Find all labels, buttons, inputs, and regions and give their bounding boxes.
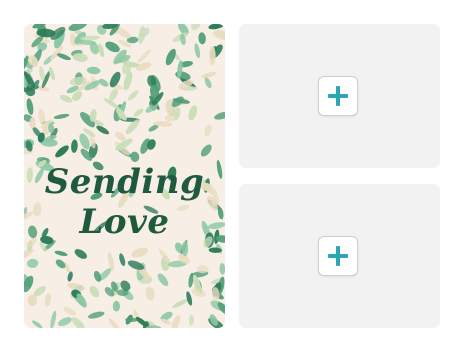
leaf bbox=[128, 90, 139, 101]
leaf bbox=[67, 271, 73, 282]
leaf bbox=[214, 111, 225, 120]
leaf bbox=[71, 317, 85, 328]
leaf bbox=[89, 285, 100, 298]
leaf bbox=[188, 314, 194, 326]
leaf bbox=[181, 241, 189, 257]
image-slot-2[interactable] bbox=[239, 184, 440, 328]
leaf bbox=[119, 253, 126, 267]
leaf bbox=[55, 145, 69, 158]
image-slot-1[interactable] bbox=[239, 24, 440, 168]
leaf bbox=[133, 108, 144, 117]
leaf bbox=[74, 249, 87, 259]
leaf bbox=[131, 247, 148, 258]
leaf bbox=[71, 139, 78, 153]
card-title-line-1: Sending bbox=[44, 162, 205, 202]
leaf bbox=[50, 310, 57, 328]
leaf bbox=[108, 318, 121, 328]
leaf bbox=[200, 144, 212, 157]
leaf bbox=[26, 98, 34, 115]
leaf bbox=[219, 263, 225, 275]
leaf bbox=[137, 49, 151, 63]
leaf bbox=[123, 71, 133, 91]
leaf bbox=[27, 258, 39, 268]
leaf bbox=[63, 307, 77, 316]
leaf bbox=[194, 43, 201, 59]
leaf bbox=[201, 71, 217, 79]
leaf bbox=[54, 250, 68, 257]
leaf bbox=[198, 32, 206, 45]
leaf bbox=[186, 291, 193, 306]
leaf bbox=[204, 124, 212, 137]
leaf bbox=[157, 273, 169, 287]
add-image-button[interactable] bbox=[318, 76, 358, 116]
leaf bbox=[209, 46, 216, 66]
leaf bbox=[145, 286, 155, 301]
greeting-card-preview[interactable]: Sending Love bbox=[24, 24, 225, 328]
leaf bbox=[188, 105, 198, 121]
plus-icon bbox=[328, 86, 348, 106]
leaf bbox=[108, 251, 114, 271]
leaf bbox=[60, 94, 73, 103]
leaf bbox=[58, 317, 72, 327]
plus-icon bbox=[328, 246, 348, 266]
leaf bbox=[172, 298, 189, 309]
card-title-line-2: Love bbox=[79, 202, 170, 242]
leaf bbox=[53, 113, 70, 119]
leaf bbox=[208, 24, 224, 30]
leaf bbox=[56, 53, 71, 61]
leaf bbox=[112, 300, 120, 312]
leaf bbox=[136, 62, 152, 71]
leaf bbox=[204, 77, 212, 89]
leaf bbox=[31, 320, 43, 328]
leaf bbox=[87, 311, 105, 319]
add-image-button[interactable] bbox=[318, 236, 358, 276]
leaf bbox=[44, 293, 51, 307]
leaf bbox=[86, 66, 101, 75]
leaf bbox=[96, 125, 110, 135]
leaf bbox=[213, 30, 225, 40]
leaf bbox=[191, 24, 201, 31]
